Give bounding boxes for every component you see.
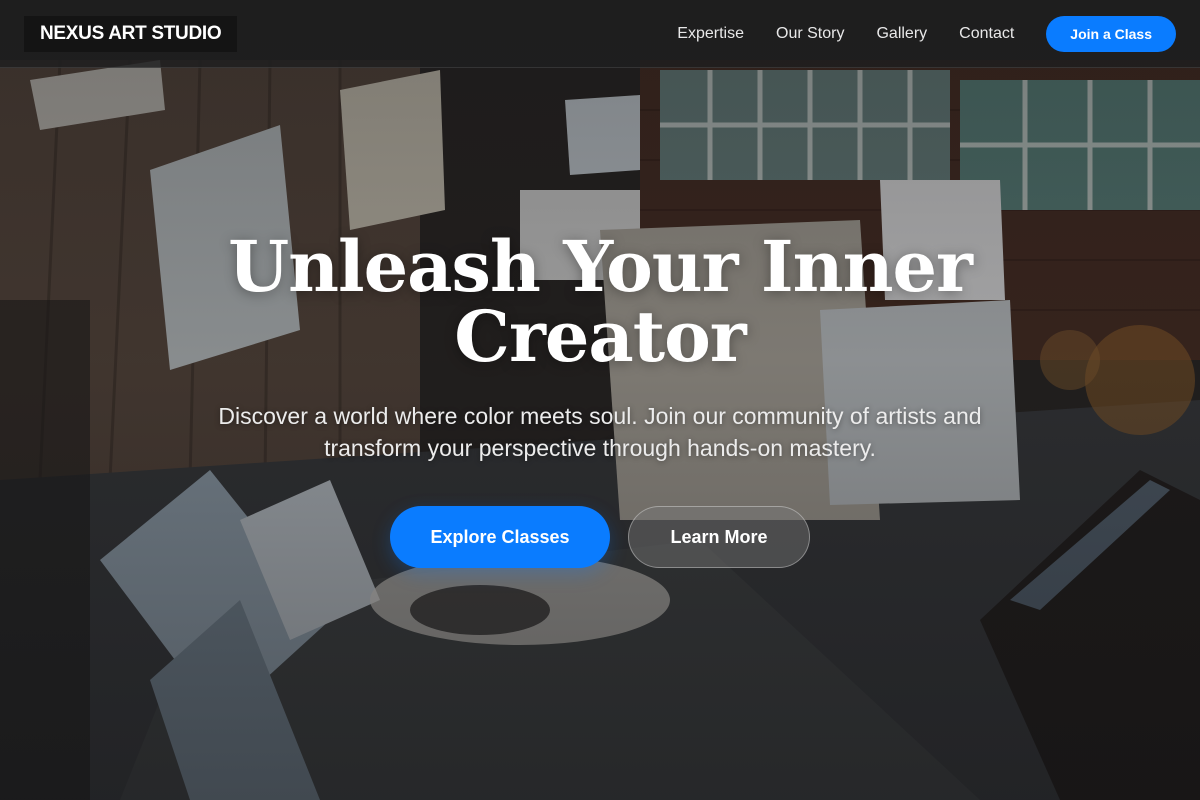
top-navbar: NEXUS ART STUDIO Expertise Our Story Gal…	[0, 0, 1200, 68]
nav-link-contact[interactable]: Contact	[959, 25, 1014, 43]
hero-title: Unleash Your Inner Creator	[228, 225, 973, 378]
hero-actions: Explore Classes Learn More	[0, 506, 1200, 568]
learn-more-button[interactable]: Learn More	[628, 506, 810, 568]
nav-link-our-story[interactable]: Our Story	[776, 25, 844, 43]
hero-section: Unleash Your Inner Creator Discover a wo…	[0, 232, 1200, 568]
brand-logo[interactable]: NEXUS ART STUDIO	[24, 15, 238, 52]
nav-links: Expertise Our Story Gallery Contact Join…	[677, 15, 1176, 52]
nav-link-gallery[interactable]: Gallery	[876, 25, 927, 43]
nav-link-expertise[interactable]: Expertise	[677, 25, 744, 43]
join-a-class-button[interactable]: Join a Class	[1046, 15, 1176, 52]
explore-classes-button[interactable]: Explore Classes	[390, 506, 610, 568]
hero-subtitle: Discover a world where color meets soul.…	[218, 403, 982, 461]
